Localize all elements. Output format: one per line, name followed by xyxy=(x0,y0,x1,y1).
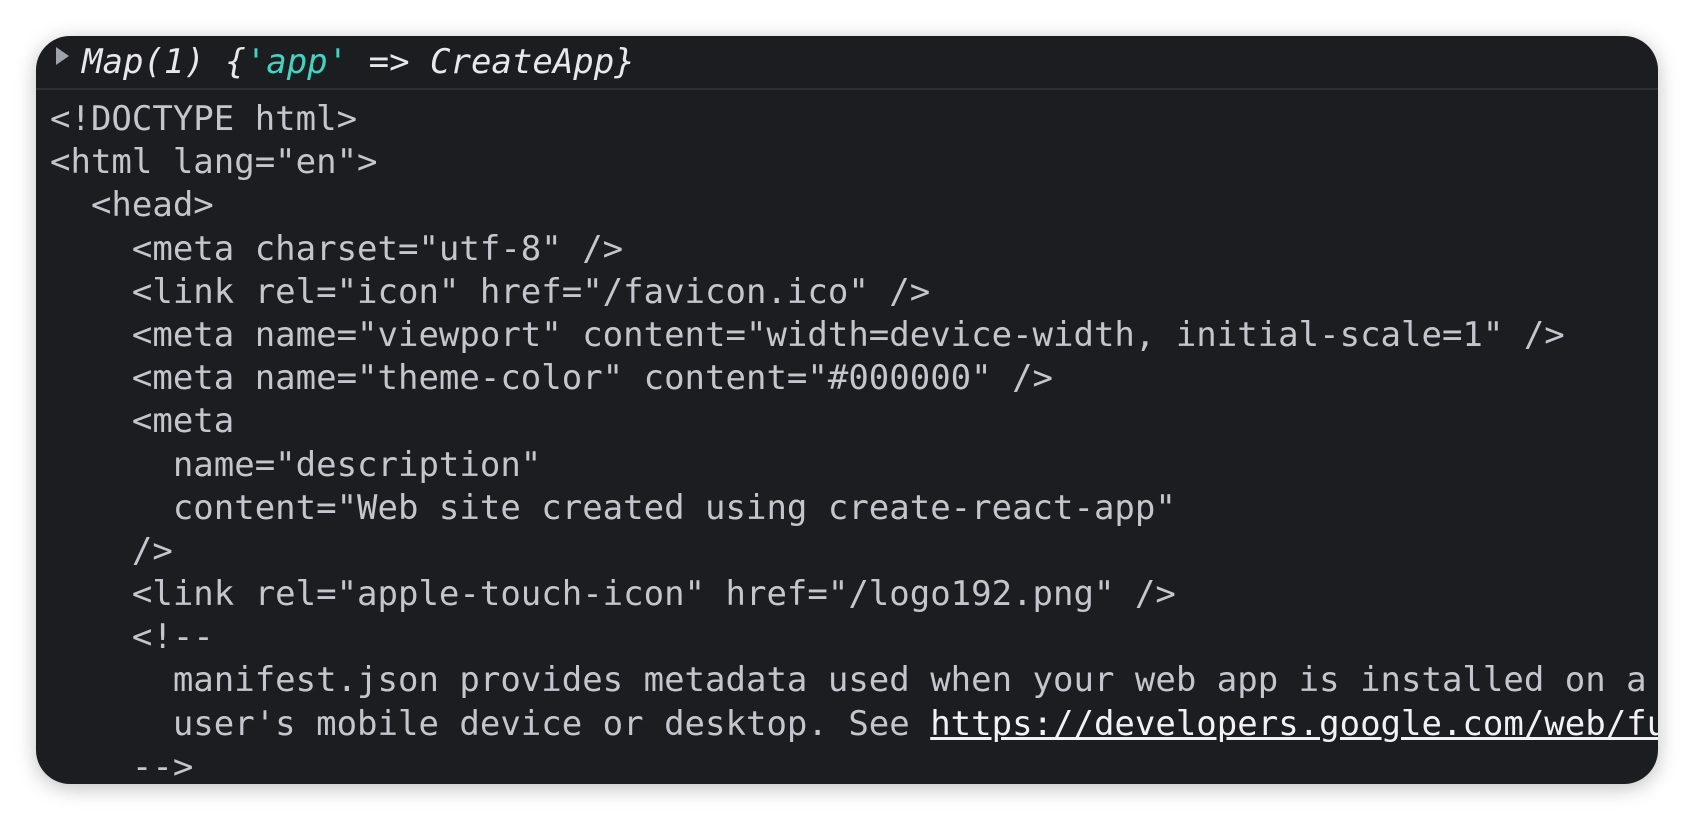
map-key: 'app' xyxy=(245,42,349,82)
map-arrow: => xyxy=(348,42,431,82)
code-line: <meta name="viewport" content="width=dev… xyxy=(50,314,1565,355)
code-line-with-link: user's mobile device or desktop. See htt… xyxy=(50,703,1658,746)
code-line: name="description" xyxy=(50,444,542,485)
map-prefix: Map(1) { xyxy=(82,42,246,82)
disclosure-triangle-icon[interactable] xyxy=(56,47,69,65)
code-line: <!-- xyxy=(50,617,214,658)
map-object-row[interactable]: Map(1) {'app' => CreateApp} xyxy=(36,36,1658,90)
code-line: <meta xyxy=(50,401,235,442)
code-line: --> xyxy=(50,746,194,784)
code-line: <meta name="theme-color" content="#00000… xyxy=(50,358,1054,399)
code-line: <link rel="icon" href="/favicon.ico" /> xyxy=(50,271,931,312)
code-line: <!DOCTYPE html> xyxy=(50,99,358,139)
code-line: <head> xyxy=(50,185,214,226)
code-line: content="Web site created using create-r… xyxy=(50,487,1176,528)
map-value: CreateApp xyxy=(430,42,615,82)
code-line: manifest.json provides metadata used whe… xyxy=(50,660,1647,701)
code-line: <meta charset="utf-8" /> xyxy=(50,228,624,269)
map-summary[interactable]: Map(1) {'app' => CreateApp} xyxy=(82,38,635,86)
code-line: /> xyxy=(50,530,173,571)
console-output-panel: Map(1) {'app' => CreateApp} <!DOCTYPE ht… xyxy=(36,36,1658,784)
code-line: <html lang="en"> xyxy=(50,142,378,183)
map-suffix: } xyxy=(614,42,635,82)
manifest-docs-link[interactable]: https://developers.google.com/web/fundam… xyxy=(930,704,1658,744)
code-line-text: user's mobile device or desktop. See xyxy=(50,703,931,744)
html-source-output: <!DOCTYPE html> <html lang="en"> <head> <… xyxy=(50,98,1658,784)
code-line: <link rel="apple-touch-icon" href="/logo… xyxy=(50,574,1176,615)
